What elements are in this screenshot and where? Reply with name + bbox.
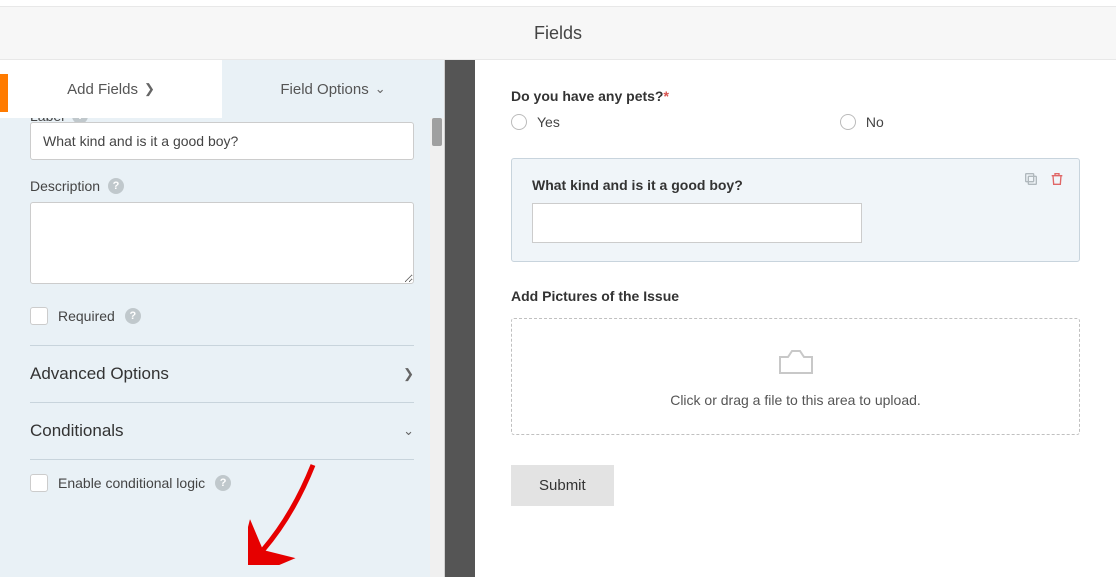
question-label: Do you have any pets?* xyxy=(511,88,1080,104)
upload-icon xyxy=(538,345,1053,380)
duplicate-icon[interactable] xyxy=(1023,171,1039,187)
advanced-options-section[interactable]: Advanced Options ❯ xyxy=(30,346,414,403)
label-input[interactable] xyxy=(30,122,414,160)
page-header: Fields xyxy=(0,6,1116,60)
description-row: Description ? xyxy=(30,178,414,194)
selected-field-card[interactable]: What kind and is it a good boy? xyxy=(511,158,1080,262)
enable-conditional-label: Enable conditional logic xyxy=(58,475,205,491)
panel-body: Label ? Description ? Required ? Advance… xyxy=(0,118,444,577)
sidebar-tabs: Add Fields ❯ Field Options ⌄ xyxy=(0,60,444,118)
active-indicator xyxy=(0,74,8,112)
file-dropzone[interactable]: Click or drag a file to this area to upl… xyxy=(511,318,1080,435)
help-icon[interactable]: ? xyxy=(215,475,231,491)
radio-circle-icon[interactable] xyxy=(840,114,856,130)
description-label: Description xyxy=(30,178,100,194)
enable-conditional-row[interactable]: Enable conditional logic ? xyxy=(30,474,414,492)
submit-button[interactable]: Submit xyxy=(511,465,614,506)
chevron-right-icon: ❯ xyxy=(403,366,414,382)
enable-conditional-checkbox[interactable] xyxy=(30,474,48,492)
chevron-down-icon: ⌄ xyxy=(375,81,386,97)
text-input-preview[interactable] xyxy=(532,203,862,243)
required-label: Required xyxy=(58,308,115,324)
radio-circle-icon[interactable] xyxy=(511,114,527,130)
scrollbar[interactable] xyxy=(430,118,444,577)
radio-option-yes[interactable]: Yes xyxy=(511,114,560,130)
upload-field-label: Add Pictures of the Issue xyxy=(511,288,1080,304)
scroll-thumb[interactable] xyxy=(432,118,442,146)
help-icon[interactable]: ? xyxy=(125,308,141,324)
delete-icon[interactable] xyxy=(1049,171,1065,187)
description-textarea[interactable] xyxy=(30,202,414,284)
required-star: * xyxy=(663,88,668,104)
conditionals-label: Conditionals xyxy=(30,421,124,441)
radio-option-no[interactable]: No xyxy=(840,114,884,130)
form-preview: Do you have any pets?* Yes No xyxy=(475,60,1116,577)
sidebar-panel: Add Fields ❯ Field Options ⌄ Label ? Des… xyxy=(0,60,445,577)
preview-area: Do you have any pets?* Yes No xyxy=(445,60,1116,577)
radio-row: Yes No xyxy=(511,114,1080,130)
tab-add-fields[interactable]: Add Fields ❯ xyxy=(0,60,222,118)
tab-field-options-label: Field Options xyxy=(280,81,368,98)
dropzone-text: Click or drag a file to this area to upl… xyxy=(670,392,921,408)
tab-field-options[interactable]: Field Options ⌄ xyxy=(222,60,444,118)
help-icon[interactable]: ? xyxy=(108,178,124,194)
conditionals-section[interactable]: Conditionals ⌄ xyxy=(30,403,414,460)
required-checkbox[interactable] xyxy=(30,307,48,325)
required-row[interactable]: Required ? xyxy=(30,307,414,325)
selected-field-label: What kind and is it a good boy? xyxy=(532,177,1059,193)
radio-yes-label: Yes xyxy=(537,114,560,130)
header-title: Fields xyxy=(534,23,582,44)
advanced-options-label: Advanced Options xyxy=(30,364,169,384)
radio-no-label: No xyxy=(866,114,884,130)
chevron-right-icon: ❯ xyxy=(144,81,155,97)
tab-add-fields-label: Add Fields xyxy=(67,81,138,98)
chevron-down-icon: ⌄ xyxy=(403,423,414,439)
